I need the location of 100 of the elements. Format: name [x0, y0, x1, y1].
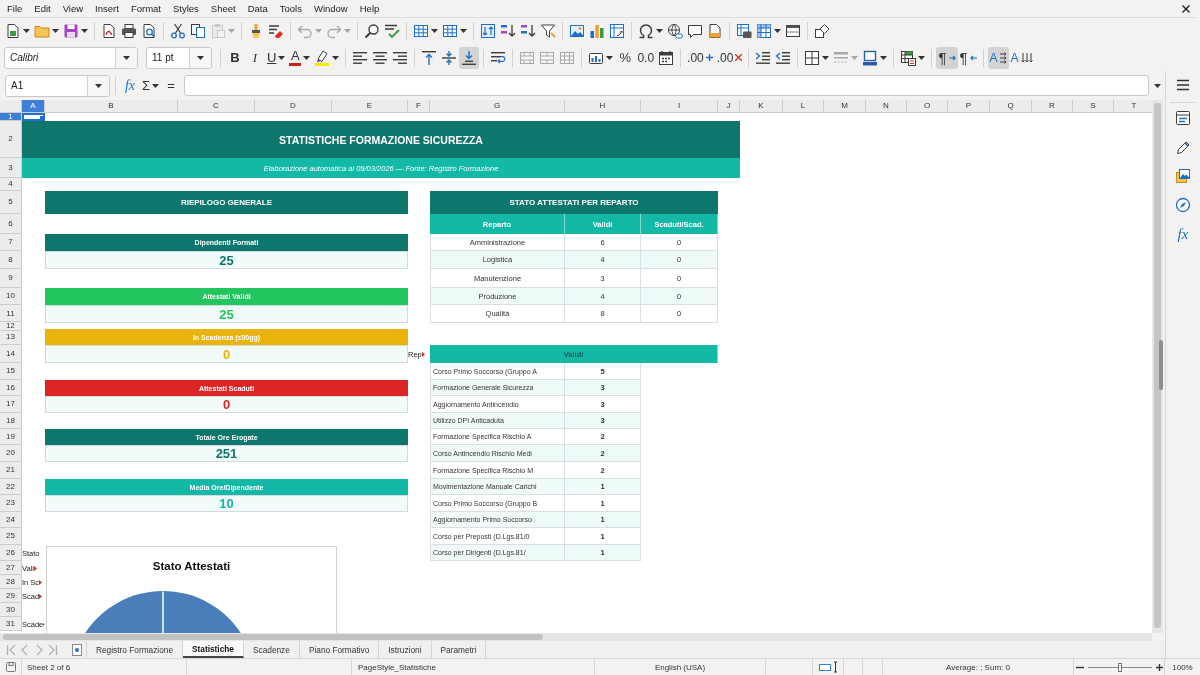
row-header[interactable]: 5 — [0, 191, 22, 214]
column-header[interactable]: G — [430, 100, 565, 113]
scrollbar-thumb[interactable] — [3, 634, 543, 640]
row-header[interactable]: 10 — [0, 288, 22, 305]
left-to-right-button[interactable]: ¶ — [936, 46, 958, 69]
column-header[interactable]: O — [907, 100, 948, 113]
fill-handle[interactable] — [40, 116, 43, 119]
menu-item[interactable]: Format — [124, 3, 167, 14]
dropdown-button[interactable] — [189, 47, 211, 68]
formula-input[interactable] — [184, 75, 1149, 96]
speech-bubble-icon — [687, 23, 703, 39]
row-header[interactable]: 2 — [0, 121, 22, 158]
underline-button[interactable]: U — [265, 46, 288, 69]
menu-item[interactable]: Data — [241, 3, 274, 14]
plus-icon[interactable] — [1155, 663, 1163, 671]
column-header[interactable]: B — [45, 100, 178, 113]
row-header[interactable]: 26 — [0, 545, 22, 561]
column-header[interactable]: D — [255, 100, 332, 113]
language[interactable]: English (USA) — [654, 662, 706, 672]
column-header[interactable]: K — [740, 100, 783, 113]
column-header[interactable]: N — [866, 100, 907, 113]
selection-mode-icon — [818, 661, 838, 673]
menu-item[interactable]: Insert — [89, 3, 125, 14]
percent-format-button[interactable]: % — [615, 46, 636, 69]
column-header[interactable]: I — [641, 100, 718, 113]
menu-item[interactable]: Window — [307, 3, 354, 14]
sum-button[interactable]: Σ — [140, 74, 162, 97]
menu-item[interactable]: Styles — [166, 3, 205, 14]
row-header[interactable]: 15 — [0, 363, 22, 380]
column-header[interactable]: Q — [990, 100, 1032, 113]
menu-item[interactable]: File — [1, 3, 29, 14]
row-header[interactable]: 17 — [0, 396, 22, 413]
row-header[interactable]: 21 — [0, 462, 22, 479]
close-icon[interactable] — [1182, 4, 1190, 13]
italic-button[interactable]: I — [245, 46, 265, 69]
column-header[interactable]: T — [1114, 100, 1152, 113]
menu-item[interactable]: Tools — [273, 3, 308, 14]
scrollbar-thumb[interactable] — [1154, 103, 1161, 628]
slider-thumb[interactable] — [1117, 662, 1122, 672]
row-header[interactable]: 29 — [0, 589, 22, 603]
column-header[interactable]: M — [824, 100, 866, 113]
column-header[interactable]: E — [332, 100, 408, 113]
caret-icon — [52, 29, 59, 33]
row-header[interactable]: 22 — [0, 479, 22, 495]
row-header[interactable]: 30 — [0, 603, 22, 617]
row-header[interactable]: 6 — [0, 214, 22, 234]
formula-button[interactable]: = — [161, 74, 182, 97]
add-decimal-button[interactable]: .00 — [685, 46, 715, 69]
name-box[interactable]: A1 — [5, 74, 110, 97]
font-color-button[interactable]: A — [287, 46, 313, 69]
row-header[interactable]: 25 — [0, 528, 22, 545]
sidebar-handle[interactable] — [1159, 340, 1163, 390]
column-header[interactable]: S — [1073, 100, 1114, 113]
horizontal-scrollbar[interactable] — [0, 633, 1152, 641]
row-header[interactable]: 28 — [0, 575, 22, 589]
column-header[interactable]: L — [783, 100, 824, 113]
row-header[interactable]: 27 — [0, 561, 22, 575]
menu-item[interactable]: Sheet — [204, 3, 242, 14]
column-header[interactable]: J — [718, 100, 740, 113]
table-overlay-icon — [900, 49, 917, 66]
column-header[interactable]: C — [178, 100, 255, 113]
row-header[interactable]: 20 — [0, 445, 22, 462]
menu-item[interactable]: Help — [353, 3, 386, 14]
row-header[interactable]: 9 — [0, 269, 22, 288]
zoom-percentage[interactable]: 100% — [1172, 662, 1193, 672]
row-header[interactable]: 23 — [0, 495, 22, 512]
bold-button[interactable]: B — [225, 46, 245, 69]
function-wizard-button[interactable]: fx — [120, 74, 140, 97]
row-header[interactable]: 7 — [0, 234, 22, 251]
row-header[interactable]: 18 — [0, 413, 22, 429]
row-header[interactable]: 4 — [0, 178, 22, 191]
column-header[interactable]: H — [565, 100, 641, 113]
font-name-field[interactable]: Calibri — [4, 46, 138, 69]
align-bottom-button[interactable] — [459, 46, 480, 69]
row-header[interactable]: 14 — [0, 345, 22, 363]
font-size-field[interactable]: 11 pt — [146, 46, 212, 69]
add-sheet-button[interactable] — [70, 642, 84, 657]
row-header[interactable]: 3 — [0, 158, 22, 178]
right-to-left-button[interactable]: ¶ — [957, 46, 979, 69]
text-top-to-bottom-button[interactable]: A — [1008, 46, 1035, 69]
dropdown-button[interactable] — [87, 75, 109, 96]
row-header[interactable]: 31 — [0, 617, 22, 631]
column-header[interactable]: P — [948, 100, 990, 113]
vertical-scrollbar[interactable] — [1152, 100, 1163, 633]
row-header[interactable]: 16 — [0, 380, 22, 396]
column-header[interactable]: F — [408, 100, 430, 113]
row-header[interactable]: 8 — [0, 251, 22, 269]
delete-decimal-button[interactable]: .00 — [714, 46, 745, 69]
row-header[interactable]: 1 — [0, 113, 22, 121]
row-header[interactable]: 19 — [0, 429, 22, 445]
column-header[interactable]: R — [1032, 100, 1073, 113]
column-header[interactable]: A — [22, 100, 45, 113]
menu-item[interactable]: Edit — [28, 3, 57, 14]
dropdown-button[interactable] — [115, 47, 137, 68]
caret-icon — [332, 55, 340, 60]
sheet-tab[interactable]: Statistiche — [183, 641, 244, 658]
number-format-button[interactable]: 0.0 — [635, 46, 657, 69]
functions-tab[interactable]: fx — [1170, 222, 1196, 246]
row-header[interactable]: 24 — [0, 512, 22, 528]
menu-item[interactable]: View — [56, 3, 90, 14]
